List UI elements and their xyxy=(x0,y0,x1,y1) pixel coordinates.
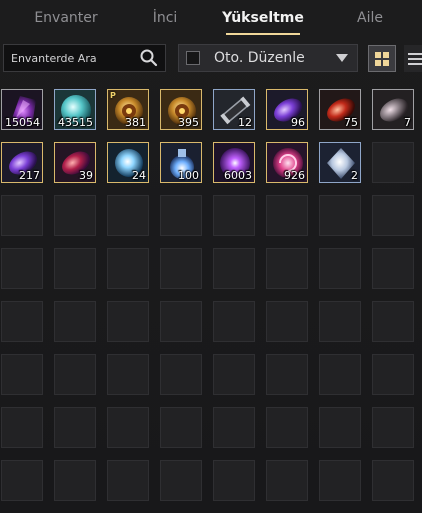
item-badge: P xyxy=(110,91,116,100)
item-count: 15054 xyxy=(5,116,40,129)
chevron-down-icon[interactable] xyxy=(336,54,348,62)
inventory-item[interactable]: 43515 xyxy=(54,89,96,130)
empty-slot[interactable] xyxy=(1,195,43,236)
item-count: 43515 xyxy=(58,116,93,129)
upgrade-inventory-panel: Envanter İnci Yükseltme Aile Envanterde … xyxy=(0,0,422,513)
empty-slot[interactable] xyxy=(266,407,308,448)
inventory-item[interactable]: 2 xyxy=(319,142,361,183)
empty-slot[interactable] xyxy=(1,248,43,289)
empty-slot[interactable] xyxy=(319,195,361,236)
empty-slot[interactable] xyxy=(266,248,308,289)
tab-inventory[interactable]: Envanter xyxy=(14,0,118,36)
empty-slot[interactable] xyxy=(319,407,361,448)
tab-family[interactable]: Aile xyxy=(334,0,406,36)
search-icon[interactable] xyxy=(139,48,159,68)
inventory-item[interactable]: 96 xyxy=(266,89,308,130)
inventory-item[interactable]: 15054 xyxy=(1,89,43,130)
inventory-item[interactable]: 100 xyxy=(160,142,202,183)
empty-slot[interactable] xyxy=(213,301,255,342)
inventory-item[interactable]: 7 xyxy=(372,89,414,130)
empty-slot[interactable] xyxy=(54,407,96,448)
empty-slot[interactable] xyxy=(1,460,43,501)
list-view-button[interactable] xyxy=(404,45,422,72)
empty-slot[interactable] xyxy=(372,460,414,501)
auto-sort-checkbox[interactable] xyxy=(186,51,200,65)
item-count: 100 xyxy=(178,169,199,182)
empty-slot[interactable] xyxy=(160,407,202,448)
empty-slot[interactable] xyxy=(107,460,149,501)
item-count: 7 xyxy=(404,116,411,129)
empty-slot[interactable] xyxy=(319,301,361,342)
grid-view-button[interactable] xyxy=(368,45,396,72)
search-input[interactable]: Envanterde Ara xyxy=(3,44,166,72)
item-count: 75 xyxy=(344,116,358,129)
empty-slot[interactable] xyxy=(54,460,96,501)
empty-slot[interactable] xyxy=(213,460,255,501)
empty-slot[interactable] xyxy=(266,354,308,395)
empty-slot[interactable] xyxy=(319,248,361,289)
empty-slot[interactable] xyxy=(1,354,43,395)
empty-slot[interactable] xyxy=(319,460,361,501)
inventory-item[interactable]: 24 xyxy=(107,142,149,183)
list-icon xyxy=(408,52,422,65)
item-count: 217 xyxy=(19,169,40,182)
empty-slot[interactable] xyxy=(54,248,96,289)
active-tab-indicator xyxy=(226,33,300,35)
item-count: 39 xyxy=(79,169,93,182)
inventory-item[interactable]: 6003 xyxy=(213,142,255,183)
empty-slot[interactable] xyxy=(213,195,255,236)
item-count: 12 xyxy=(238,116,252,129)
empty-slot[interactable] xyxy=(372,248,414,289)
empty-slot[interactable] xyxy=(372,354,414,395)
item-count: 381 xyxy=(125,116,146,129)
empty-slot[interactable] xyxy=(107,301,149,342)
empty-slot[interactable] xyxy=(1,407,43,448)
empty-slot[interactable] xyxy=(266,195,308,236)
auto-sort-dropdown[interactable]: Oto. Düzenle xyxy=(214,50,336,66)
empty-slot[interactable] xyxy=(319,354,361,395)
empty-slot[interactable] xyxy=(372,301,414,342)
empty-slot[interactable] xyxy=(160,460,202,501)
empty-slot[interactable] xyxy=(160,195,202,236)
inventory-item[interactable]: P 381 xyxy=(107,89,149,130)
item-count: 926 xyxy=(284,169,305,182)
empty-slot[interactable] xyxy=(213,407,255,448)
tab-bar: Envanter İnci Yükseltme Aile xyxy=(0,0,422,36)
empty-slot[interactable] xyxy=(1,301,43,342)
inventory-item[interactable]: 395 xyxy=(160,89,202,130)
empty-slot[interactable] xyxy=(107,248,149,289)
item-count: 2 xyxy=(351,169,358,182)
item-count: 395 xyxy=(178,116,199,129)
empty-slot[interactable] xyxy=(372,195,414,236)
item-count: 6003 xyxy=(224,169,252,182)
empty-slot[interactable] xyxy=(54,301,96,342)
tab-pearl[interactable]: İnci xyxy=(132,0,198,36)
inventory-item[interactable]: 12 xyxy=(213,89,255,130)
empty-slot[interactable] xyxy=(107,195,149,236)
empty-slot[interactable] xyxy=(160,354,202,395)
empty-slot[interactable] xyxy=(107,354,149,395)
inventory-item[interactable]: 39 xyxy=(54,142,96,183)
empty-slot[interactable] xyxy=(266,460,308,501)
auto-sort-control: Oto. Düzenle xyxy=(178,44,358,72)
empty-slot[interactable] xyxy=(372,142,414,183)
empty-slot[interactable] xyxy=(160,301,202,342)
empty-slot[interactable] xyxy=(160,248,202,289)
search-placeholder: Envanterde Ara xyxy=(11,51,97,65)
empty-slot[interactable] xyxy=(54,354,96,395)
empty-slot[interactable] xyxy=(54,195,96,236)
empty-slot[interactable] xyxy=(372,407,414,448)
inventory-item[interactable]: 926 xyxy=(266,142,308,183)
item-count: 96 xyxy=(291,116,305,129)
empty-slot[interactable] xyxy=(107,407,149,448)
empty-slot[interactable] xyxy=(213,354,255,395)
item-count: 24 xyxy=(132,169,146,182)
inventory-item[interactable]: 75 xyxy=(319,89,361,130)
inventory-item[interactable]: 217 xyxy=(1,142,43,183)
empty-slot[interactable] xyxy=(266,301,308,342)
empty-slot[interactable] xyxy=(213,248,255,289)
tab-upgrade[interactable]: Yükseltme xyxy=(218,0,308,36)
grid-icon xyxy=(375,51,389,66)
